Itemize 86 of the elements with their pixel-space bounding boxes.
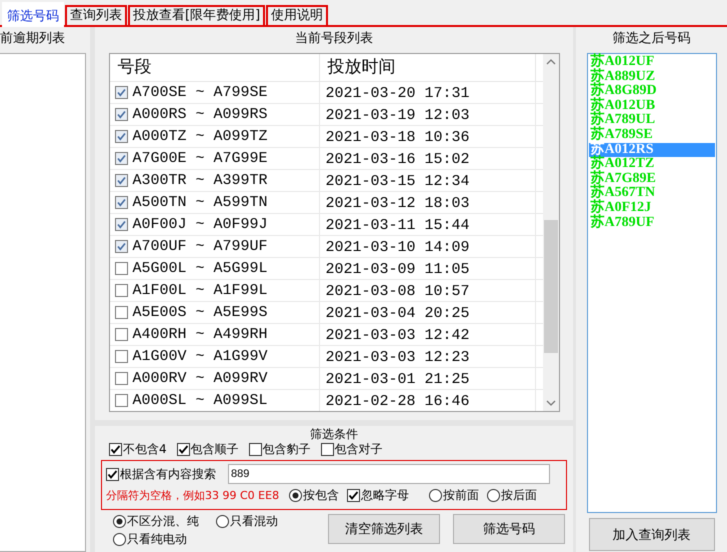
table-cell: A000TZ ~ A099TZ	[132, 128, 268, 145]
checkbox[interactable]	[114, 130, 128, 143]
table-cell: 2021-03-10 14:09	[326, 239, 470, 256]
table-cell: 2021-03-11 15:44	[326, 217, 470, 234]
radio-button[interactable]	[216, 515, 229, 528]
table-cell: A400RH ~ A499RH	[132, 326, 268, 343]
search-checkbox[interactable]: 根据含有内容搜索	[106, 466, 216, 482]
search-field[interactable]: 889	[228, 464, 550, 484]
checkbox[interactable]	[114, 240, 128, 253]
type-radio[interactable]: 只看纯电动	[113, 532, 216, 547]
tab[interactable]: 投放查看[限年费使用]	[128, 5, 266, 25]
table-cell: A500TN ~ A599TN	[132, 194, 268, 211]
scroll-thumb[interactable]	[544, 220, 558, 353]
checkbox[interactable]	[114, 196, 128, 209]
checkbox[interactable]	[114, 394, 128, 407]
table-cell: A7G00E ~ A7G99E	[132, 150, 268, 167]
radio-button[interactable]	[113, 533, 126, 546]
checkbox[interactable]	[114, 218, 128, 231]
checkbox[interactable]	[320, 443, 334, 456]
radio-button[interactable]	[487, 489, 500, 502]
add-button[interactable]: 加入查询列表	[588, 518, 714, 551]
table-cell: 2021-03-08 10:57	[326, 283, 470, 300]
panel-title: 筛选之后号码	[612, 31, 690, 47]
tab[interactable]: 查询列表	[65, 5, 127, 25]
hint-text: 分隔符为空格，例如33 99 C0 EE8	[106, 488, 280, 503]
table-cell: A000SL ~ A099SL	[132, 392, 268, 409]
checkbox[interactable]	[114, 350, 128, 363]
mode-checkbox[interactable]: 忽略字母	[347, 488, 410, 503]
type-radio[interactable]: 不区分混、纯	[113, 514, 216, 529]
checkbox[interactable]	[109, 443, 122, 456]
table-cell: 2021-03-12 18:03	[326, 195, 470, 212]
radio-button[interactable]	[429, 489, 442, 502]
checkbox[interactable]	[347, 489, 360, 502]
panel-title: 当前号段列表	[295, 31, 373, 47]
tab[interactable]: 使用说明	[266, 5, 328, 25]
table-cell: A000RS ~ A099RS	[132, 106, 268, 123]
table-cell: A5G00L ~ A5G99L	[132, 260, 268, 277]
radio-button[interactable]	[289, 489, 302, 502]
table-cell: A700UF ~ A799UF	[132, 238, 268, 255]
checkbox[interactable]	[114, 86, 128, 99]
option-checkbox[interactable]: 包含对子	[320, 442, 383, 457]
table-cell: 2021-03-18 10:36	[326, 129, 470, 146]
checkbox[interactable]	[248, 443, 262, 456]
checkbox[interactable]	[114, 152, 128, 165]
table-cell: 2021-03-15 12:34	[326, 173, 470, 190]
checkbox[interactable]	[114, 174, 128, 187]
table-cell: 2021-03-20 17:31	[326, 85, 470, 102]
table-cell: A1F00L ~ A1F99L	[132, 282, 268, 299]
checkbox[interactable]	[114, 108, 128, 121]
table-cell: 2021-03-04 20:25	[326, 305, 470, 322]
table-cell: A1G00V ~ A1G99V	[132, 348, 268, 365]
mode-radio[interactable]: 按包含	[289, 488, 340, 503]
table-cell: A5E00S ~ A5E99S	[132, 304, 268, 321]
checkbox[interactable]	[176, 443, 190, 456]
table-cell: 2021-02-28 16:46	[326, 393, 470, 410]
group-title: 筛选条件	[309, 427, 359, 441]
checkbox[interactable]	[106, 468, 119, 480]
column-header[interactable]: 号段	[110, 54, 320, 81]
checkbox[interactable]	[114, 372, 128, 385]
checkbox[interactable]	[114, 262, 128, 275]
radio-button[interactable]	[113, 515, 126, 528]
table-cell: 2021-03-03 12:42	[326, 327, 470, 344]
option-checkbox[interactable]: 不包含4	[109, 442, 167, 457]
table-cell: A300TR ~ A399TR	[132, 172, 268, 189]
option-checkbox[interactable]: 包含豹子	[248, 442, 311, 457]
checkbox[interactable]	[114, 306, 128, 319]
tab[interactable]: 筛选号码	[2, 2, 64, 27]
action-button[interactable]: 筛选号码	[453, 514, 565, 544]
checkbox[interactable]	[114, 328, 128, 341]
type-radio[interactable]: 只看混动	[216, 514, 328, 529]
table-cell: 2021-03-09 11:05	[326, 261, 470, 278]
option-checkbox[interactable]: 包含顺子	[176, 442, 239, 457]
mode-radio[interactable]: 按前面	[429, 488, 480, 503]
table-cell: A700SE ~ A799SE	[132, 84, 268, 101]
mode-radio[interactable]: 按后面	[487, 488, 538, 503]
table-cell: 2021-03-16 15:02	[326, 151, 470, 168]
action-button[interactable]: 清空筛选列表	[328, 514, 440, 544]
table-cell: 2021-03-19 12:03	[326, 107, 470, 124]
checkbox[interactable]	[114, 284, 128, 297]
scrollbar[interactable]	[542, 54, 558, 411]
table-cell: 2021-03-03 12:23	[326, 349, 470, 366]
column-header[interactable]: 投放时间	[320, 54, 536, 81]
table-cell: A0F00J ~ A0F99J	[132, 216, 268, 233]
panel-title: 前逾期列表	[0, 31, 66, 47]
table-cell: A000RV ~ A099RV	[132, 370, 268, 387]
table-cell: 2021-03-01 21:25	[326, 371, 470, 388]
